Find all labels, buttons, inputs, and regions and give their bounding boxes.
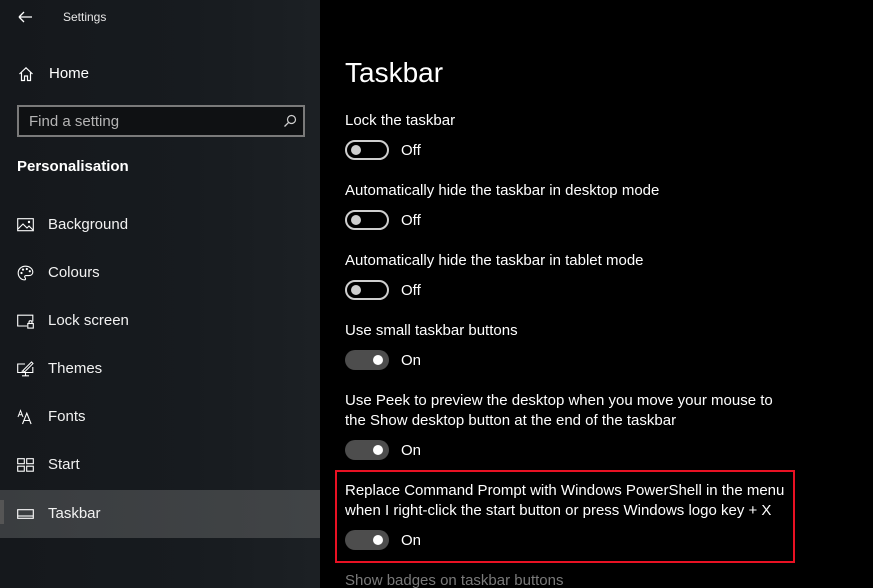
toggle-knob bbox=[351, 215, 361, 225]
setting-label-show-badges: Show badges on taskbar buttons bbox=[345, 572, 564, 588]
home-label: Home bbox=[49, 65, 90, 82]
setting-autohide-tablet: Automatically hide the taskbar in tablet… bbox=[345, 251, 795, 300]
small-buttons-toggle[interactable]: On bbox=[345, 350, 795, 370]
toggle-knob bbox=[373, 355, 383, 365]
toggle-knob bbox=[351, 145, 361, 155]
toggle-knob bbox=[373, 445, 383, 455]
setting-lock-taskbar: Lock the taskbar Off bbox=[345, 111, 795, 160]
sidebar-item-start[interactable]: Start bbox=[0, 441, 320, 489]
lock-taskbar-toggle[interactable]: Off bbox=[345, 140, 795, 160]
palette-icon bbox=[17, 265, 34, 281]
setting-label-line1: Use Peek to preview the desktop when you… bbox=[345, 392, 773, 409]
toggle-switch[interactable] bbox=[345, 440, 389, 460]
sidebar-item-taskbar[interactable]: Taskbar bbox=[0, 490, 320, 538]
taskbar-icon bbox=[17, 509, 34, 519]
toggle-switch[interactable] bbox=[345, 350, 389, 370]
sidebar-item-lock-screen[interactable]: Lock screen bbox=[0, 297, 320, 345]
toggle-knob bbox=[351, 285, 361, 295]
active-indicator bbox=[0, 500, 4, 524]
sidebar-item-background[interactable]: Background bbox=[0, 201, 320, 249]
start-tiles-icon bbox=[17, 458, 34, 472]
sidebar-item-label: Lock screen bbox=[48, 312, 129, 329]
toggle-state: Off bbox=[401, 281, 421, 299]
picture-icon bbox=[17, 218, 34, 232]
search-input[interactable] bbox=[19, 107, 277, 135]
setting-autohide-desktop: Automatically hide the taskbar in deskto… bbox=[345, 181, 795, 230]
sidebar-home[interactable]: Home bbox=[0, 58, 320, 90]
home-icon bbox=[19, 66, 33, 82]
back-button[interactable] bbox=[14, 6, 36, 28]
search-icon[interactable] bbox=[283, 114, 297, 128]
sidebar-item-colours[interactable]: Colours bbox=[0, 249, 320, 297]
autohide-tablet-toggle[interactable]: Off bbox=[345, 280, 795, 300]
section-title: Personalisation bbox=[17, 158, 129, 175]
setting-label: Use small taskbar buttons bbox=[345, 322, 518, 339]
sidebar-item-fonts[interactable]: Fonts bbox=[0, 393, 320, 441]
sidebar-item-label: Start bbox=[48, 456, 80, 473]
fonts-icon bbox=[17, 409, 32, 425]
setting-small-buttons: Use small taskbar buttons On bbox=[345, 321, 795, 370]
toggle-state: Off bbox=[401, 141, 421, 159]
toggle-switch[interactable] bbox=[345, 210, 389, 230]
setting-label: Automatically hide the taskbar in deskto… bbox=[345, 182, 660, 199]
setting-label: Lock the taskbar bbox=[345, 112, 456, 129]
autohide-desktop-toggle[interactable]: Off bbox=[345, 210, 795, 230]
setting-label-line2: the Show desktop button at the end of th… bbox=[345, 412, 677, 429]
page-title: Taskbar bbox=[345, 57, 444, 88]
sidebar-item-label: Themes bbox=[48, 360, 103, 377]
sidebar-item-label: Background bbox=[48, 216, 129, 233]
lock-screen-icon bbox=[17, 314, 34, 329]
sidebar-item-label: Fonts bbox=[48, 408, 86, 425]
toggle-state: On bbox=[401, 351, 422, 369]
themes-brush-icon bbox=[17, 361, 34, 377]
setting-peek: Use Peek to preview the desktop when you… bbox=[345, 391, 795, 460]
app-title: Settings bbox=[63, 10, 107, 24]
toggle-switch[interactable] bbox=[345, 280, 389, 300]
sidebar-item-label: Colours bbox=[48, 264, 100, 281]
toggle-state: On bbox=[401, 441, 422, 459]
sidebar-item-themes[interactable]: Themes bbox=[0, 345, 320, 393]
sidebar-item-label: Taskbar bbox=[48, 505, 101, 522]
sidebar: Settings Home Personalisation Background bbox=[0, 0, 320, 588]
highlight-box bbox=[335, 470, 795, 563]
back-arrow-icon bbox=[18, 11, 32, 23]
search-box[interactable] bbox=[17, 105, 305, 137]
toggle-state: Off bbox=[401, 211, 421, 229]
setting-label: Automatically hide the taskbar in tablet… bbox=[345, 252, 644, 269]
peek-toggle[interactable]: On bbox=[345, 440, 795, 460]
title-bar: Settings bbox=[0, 0, 320, 36]
toggle-switch[interactable] bbox=[345, 140, 389, 160]
